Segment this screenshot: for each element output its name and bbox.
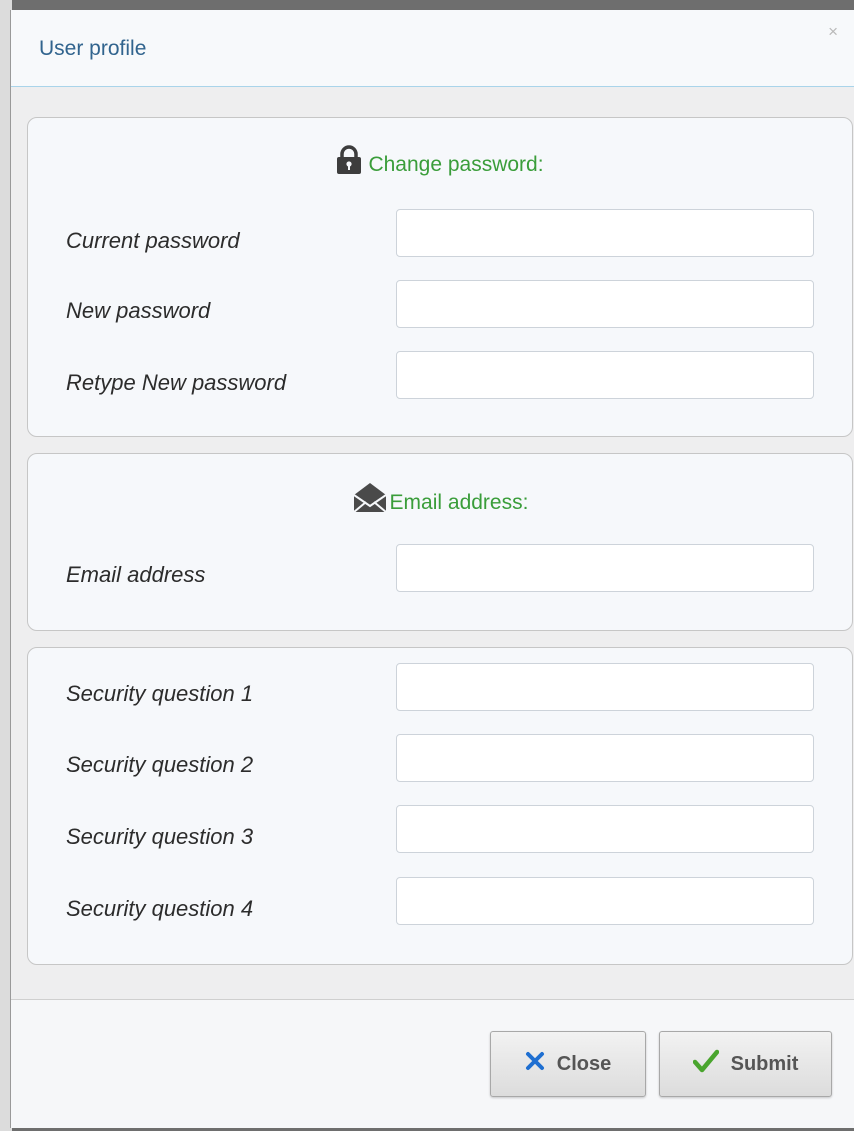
- dialog-footer: Close Submit: [11, 999, 854, 1128]
- security-question-4-input[interactable]: [396, 877, 814, 925]
- security-questions-panel: Security question 1 Security question 2 …: [27, 647, 853, 965]
- current-password-label: Current password: [66, 228, 240, 253]
- current-password-input[interactable]: [396, 209, 814, 257]
- submit-button-label: Submit: [730, 1052, 799, 1075]
- change-password-panel: Change password: Current password New pa…: [27, 117, 853, 437]
- email-section-title: Email address:: [389, 491, 529, 514]
- submit-button[interactable]: Submit: [659, 1031, 832, 1097]
- email-address-label: Email address: [66, 562, 206, 587]
- security-question-3-input[interactable]: [396, 805, 814, 853]
- email-heading: Email address:: [28, 481, 852, 519]
- close-icon[interactable]: ×: [828, 22, 838, 42]
- security-question-3-label: Security question 3: [66, 824, 254, 849]
- change-password-heading: Change password:: [28, 145, 852, 181]
- retype-password-input[interactable]: [396, 351, 814, 399]
- retype-password-label: Retype New password: [66, 370, 287, 395]
- security-question-1-label: Security question 1: [66, 681, 254, 706]
- change-password-title: Change password:: [368, 153, 544, 176]
- lock-icon: [336, 145, 362, 181]
- dialog-body: Change password: Current password New pa…: [11, 87, 854, 999]
- email-address-input[interactable]: [396, 544, 814, 592]
- dialog-header: User profile ×: [11, 10, 854, 87]
- envelope-icon: [352, 481, 388, 519]
- new-password-label: New password: [66, 298, 211, 323]
- email-panel: Email address: Email address: [27, 453, 853, 631]
- close-button[interactable]: Close: [490, 1031, 646, 1097]
- user-profile-dialog: User profile × Change password: Current …: [10, 10, 854, 1128]
- dialog-title: User profile: [39, 37, 147, 60]
- x-icon: [525, 1051, 545, 1077]
- close-button-label: Close: [556, 1052, 612, 1075]
- security-question-1-input[interactable]: [396, 663, 814, 711]
- security-question-4-label: Security question 4: [66, 896, 254, 921]
- security-question-2-label: Security question 2: [66, 752, 254, 777]
- new-password-input[interactable]: [396, 280, 814, 328]
- checkmark-icon: [692, 1049, 719, 1079]
- security-question-2-input[interactable]: [396, 734, 814, 782]
